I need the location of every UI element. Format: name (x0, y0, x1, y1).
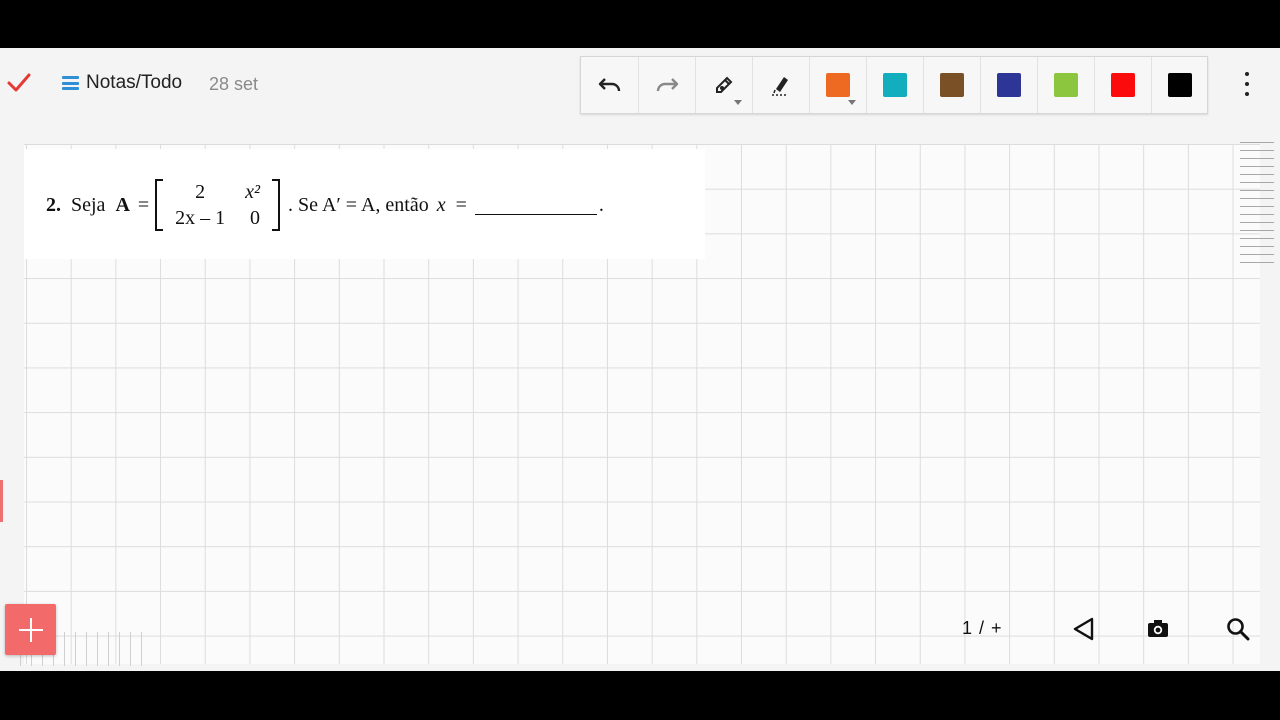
answer-blank (474, 196, 597, 215)
notes-app: Notas/Todo 28 set 2. Seja A = 2 x² 2x – … (0, 48, 1280, 671)
equals-sign: = (455, 193, 467, 216)
problem-end: . (598, 193, 604, 216)
color-swatch-green[interactable] (1037, 57, 1094, 113)
eraser-button[interactable] (752, 57, 809, 113)
math-problem: 2. Seja A = 2 x² 2x – 1 0 . Se A′ = A, e… (46, 179, 604, 231)
eraser-icon (771, 77, 788, 96)
menu-icon (62, 76, 79, 90)
notebook-menu-button[interactable]: Notas/Todo (62, 72, 182, 94)
matrix-cell: 2 (195, 181, 206, 203)
variable-x: x (436, 193, 446, 216)
undo-button[interactable] (581, 57, 638, 113)
problem-condition: . Se A′ = A, então (288, 193, 429, 216)
add-button[interactable] (5, 604, 56, 655)
color-swatch-black[interactable] (1151, 57, 1208, 113)
color-swatch-fill (825, 73, 850, 97)
camera-icon[interactable] (1145, 616, 1171, 642)
pen-tool-icon (715, 76, 732, 93)
play-triangle-icon[interactable] (1071, 616, 1097, 642)
search-icon[interactable] (1225, 616, 1251, 642)
color-swatch-fill (939, 73, 964, 97)
page-indicator[interactable]: 1 / + (962, 618, 1003, 639)
equals-sign: = (137, 193, 150, 216)
color-swatch-fill (1110, 73, 1135, 97)
color-swatch-navy[interactable] (980, 57, 1037, 113)
matrix-cell: 0 (250, 207, 261, 229)
matrix-cell: 2x – 1 (175, 207, 226, 229)
redo-icon (656, 78, 678, 92)
drawing-toolbar (580, 56, 1208, 114)
chevron-down-icon (734, 100, 742, 105)
matrix: 2 x² 2x – 1 0 (155, 179, 280, 231)
problem-intro: Seja (71, 193, 106, 216)
check-icon[interactable] (6, 70, 32, 96)
matrix-cell: x² (245, 181, 261, 203)
color-swatch-brown[interactable] (923, 57, 980, 113)
note-date: 28 set (209, 74, 259, 94)
chevron-down-icon (848, 100, 856, 105)
pen-tool-button[interactable] (695, 57, 752, 113)
color-swatch-fill (996, 73, 1021, 97)
color-swatch-fill (1167, 73, 1192, 97)
matrix-name: A (115, 193, 130, 216)
edge-marker (0, 480, 3, 522)
more-options-icon[interactable] (1237, 72, 1257, 96)
problem-number: 2. (46, 193, 61, 216)
color-swatch-red[interactable] (1094, 57, 1151, 113)
color-swatch-orange[interactable] (809, 57, 866, 113)
redo-button[interactable] (638, 57, 695, 113)
undo-icon (598, 78, 620, 92)
scroll-ruler[interactable] (1240, 142, 1274, 270)
color-swatch-teal[interactable] (866, 57, 923, 113)
color-swatch-fill (882, 73, 907, 97)
notebook-title: Notas/Todo (86, 72, 183, 93)
color-swatch-fill (1053, 73, 1078, 97)
pasted-image-clip[interactable]: 2. Seja A = 2 x² 2x – 1 0 . Se A′ = A, e… (24, 149, 705, 259)
